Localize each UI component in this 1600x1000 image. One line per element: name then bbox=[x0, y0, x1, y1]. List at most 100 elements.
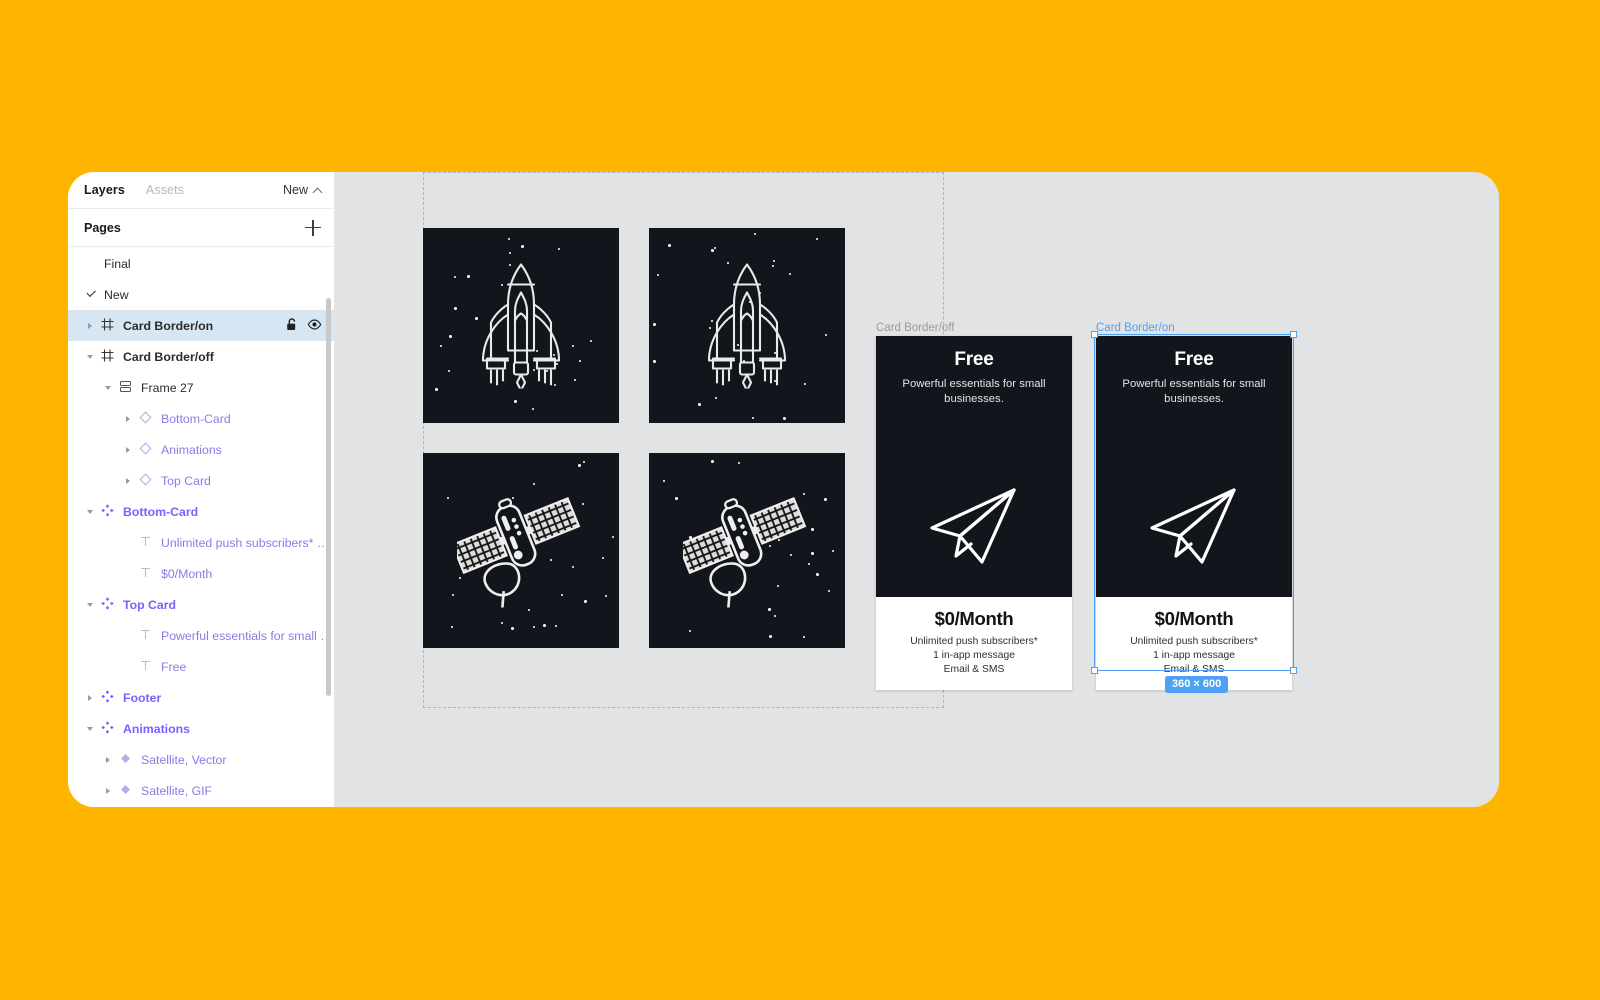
frame-label-card-border-on[interactable]: Card Border/on bbox=[1096, 322, 1175, 334]
pages-title: Pages bbox=[84, 220, 121, 235]
page-selector[interactable]: New bbox=[282, 183, 323, 197]
layer-item-footer[interactable]: Footer bbox=[68, 682, 335, 713]
rocket-icon bbox=[693, 258, 801, 393]
chevron-down-icon[interactable] bbox=[86, 507, 96, 517]
layer-item-label: Animations bbox=[123, 721, 190, 736]
chevron-down-icon[interactable] bbox=[104, 383, 114, 393]
feature-item: 1 in-app message bbox=[1153, 650, 1235, 661]
feature-item: Unlimited push subscribers* bbox=[910, 636, 1038, 647]
price-card-border-off[interactable]: Free Powerful essentials for small busin… bbox=[876, 336, 1072, 690]
tab-assets[interactable]: Assets bbox=[146, 183, 184, 197]
add-page-button[interactable] bbox=[305, 219, 321, 236]
panel-tab-bar: Layers Assets New bbox=[68, 172, 335, 209]
component-icon bbox=[101, 504, 116, 519]
twisty-placeholder bbox=[124, 569, 134, 579]
frame-label-card-border-off[interactable]: Card Border/off bbox=[876, 322, 954, 334]
layer-item-free[interactable]: Free bbox=[68, 651, 335, 682]
chevron-right-icon[interactable] bbox=[104, 755, 114, 765]
chevron-right-icon[interactable] bbox=[86, 693, 96, 703]
instance-icon bbox=[139, 411, 154, 426]
price-card-border-on[interactable]: Free Powerful essentials for small busin… bbox=[1096, 336, 1292, 690]
price-card-top: Free Powerful essentials for small busin… bbox=[1096, 336, 1292, 597]
layer-item-label: Top Card bbox=[161, 473, 211, 488]
chevron-right-icon[interactable] bbox=[124, 414, 134, 424]
page-item-label: Final bbox=[104, 256, 131, 271]
feature-item: 1 in-app message bbox=[933, 650, 1015, 661]
layer-item-card-border-off[interactable]: Card Border/off bbox=[68, 341, 335, 372]
rocket-icon bbox=[467, 258, 575, 393]
component-icon bbox=[101, 690, 116, 705]
layer-item-top-card[interactable]: Top Card bbox=[68, 465, 335, 496]
layer-item-unlimited-push-subscribers-1-in-app[interactable]: Unlimited push subscribers* 1 in-app… bbox=[68, 527, 335, 558]
layer-item-bottom-card[interactable]: Bottom-Card bbox=[68, 496, 335, 527]
layer-item-powerful-essentials-for-small-busines[interactable]: Powerful essentials for small busines… bbox=[68, 620, 335, 651]
frame-icon bbox=[101, 349, 116, 364]
eye-icon[interactable] bbox=[307, 318, 322, 333]
layers-scrollbar[interactable] bbox=[326, 298, 331, 696]
layer-item-label: Unlimited push subscribers* 1 in-app… bbox=[161, 535, 335, 550]
layer-item-label: Top Card bbox=[123, 597, 177, 612]
autolayout-icon bbox=[119, 380, 134, 395]
layer-item-label: Animations bbox=[161, 442, 222, 457]
price-card-features: Unlimited push subscribers* 1 in-app mes… bbox=[1096, 630, 1292, 677]
layer-item-frame-27[interactable]: Frame 27 bbox=[68, 372, 335, 403]
layer-item-label: Powerful essentials for small busines… bbox=[161, 628, 335, 643]
price-card-price: $0/Month bbox=[1154, 608, 1234, 629]
satellite-icon bbox=[677, 489, 811, 616]
layer-item-satellite-vector[interactable]: Satellite, Vector bbox=[68, 744, 335, 775]
layer-item-bottom-card[interactable]: Bottom-Card bbox=[68, 403, 335, 434]
chevron-down-icon[interactable] bbox=[86, 600, 96, 610]
chevron-right-icon[interactable] bbox=[104, 786, 114, 796]
text-icon bbox=[139, 535, 154, 550]
layer-item-label: Free bbox=[161, 659, 187, 674]
tab-layers[interactable]: Layers bbox=[84, 183, 125, 197]
layer-item-label: Frame 27 bbox=[141, 380, 194, 395]
layer-item--0-month[interactable]: $0/Month bbox=[68, 558, 335, 589]
layer-item-top-card[interactable]: Top Card bbox=[68, 589, 335, 620]
feature-item: Unlimited push subscribers* bbox=[1130, 636, 1258, 647]
chevron-down-icon[interactable] bbox=[86, 352, 96, 362]
twisty-placeholder bbox=[124, 662, 134, 672]
layer-item-label: Bottom-Card bbox=[161, 411, 231, 426]
page-selector-label: New bbox=[282, 183, 308, 197]
text-icon bbox=[139, 628, 154, 643]
dimension-badge: 360 × 600 bbox=[1165, 676, 1229, 693]
layer-item-satellite-gif[interactable]: Satellite, GIF bbox=[68, 775, 335, 806]
twisty-placeholder bbox=[124, 631, 134, 641]
chevron-right-icon[interactable] bbox=[124, 445, 134, 455]
chevron-up-icon bbox=[312, 187, 323, 197]
price-card-title: Free bbox=[1174, 349, 1214, 370]
layer-item-label: $0/Month bbox=[161, 566, 213, 581]
chevron-down-icon[interactable] bbox=[86, 724, 96, 734]
canvas-thumbnail-rocket[interactable] bbox=[423, 228, 619, 423]
paper-plane-icon bbox=[926, 484, 1022, 573]
unlock-icon[interactable] bbox=[286, 317, 298, 334]
price-card-bottom: $0/Month Unlimited push subscribers* 1 i… bbox=[876, 597, 1072, 690]
layer-item-label: Card Border/off bbox=[123, 349, 214, 364]
page-item-new[interactable]: New bbox=[68, 279, 335, 310]
layer-item-animations[interactable]: Animations bbox=[68, 713, 335, 744]
layer-item-label: Footer bbox=[123, 690, 162, 705]
chevron-right-icon[interactable] bbox=[86, 321, 96, 331]
component-icon bbox=[101, 597, 116, 612]
canvas-thumbnail-rocket[interactable] bbox=[649, 228, 845, 423]
chevron-right-icon[interactable] bbox=[124, 476, 134, 486]
price-card-subtitle: Powerful essentials for small businesses… bbox=[1122, 378, 1266, 405]
component-icon bbox=[101, 721, 116, 736]
frame-icon bbox=[101, 318, 116, 333]
page-item-final[interactable]: Final bbox=[68, 248, 335, 279]
layer-list[interactable]: Final New Card Border/on Card Border/off Fra… bbox=[68, 248, 335, 807]
instance-icon bbox=[139, 473, 154, 488]
text-icon bbox=[139, 659, 154, 674]
canvas[interactable]: Card Border/off Free Powerful essentials… bbox=[335, 172, 1499, 807]
variant-icon bbox=[119, 752, 134, 767]
price-card-subtitle: Powerful essentials for small businesses… bbox=[902, 378, 1046, 405]
app-window: Layers Assets New Pages Final New Card Bor… bbox=[68, 172, 1499, 807]
paper-plane-icon bbox=[1146, 484, 1242, 573]
layer-item-animations[interactable]: Animations bbox=[68, 434, 335, 465]
check-icon bbox=[86, 289, 98, 301]
layer-item-card-border-on[interactable]: Card Border/on bbox=[68, 310, 335, 341]
canvas-thumbnail-satellite[interactable] bbox=[649, 453, 845, 648]
canvas-thumbnail-satellite[interactable] bbox=[423, 453, 619, 648]
price-card-top: Free Powerful essentials for small busin… bbox=[876, 336, 1072, 597]
